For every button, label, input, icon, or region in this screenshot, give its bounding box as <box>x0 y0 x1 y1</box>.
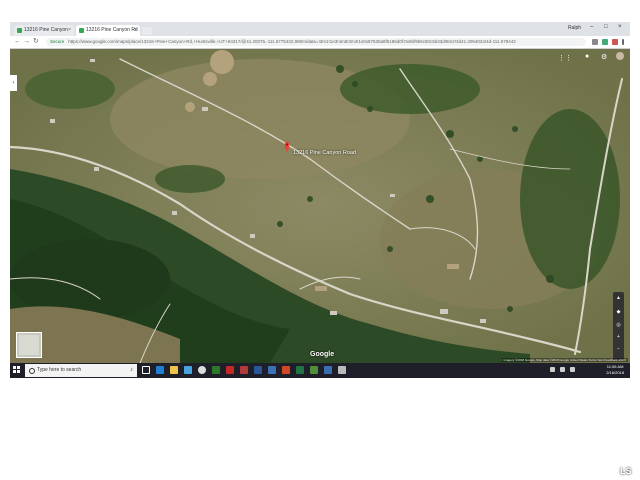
my-location-icon[interactable]: ◎ <box>613 322 624 328</box>
secure-label: Secure <box>50 39 65 44</box>
address-toolbar: ← → ↻ Secure https://www.google.com/maps/… <box>10 36 630 49</box>
pin-label[interactable]: 13216 Pine Canyon Road <box>293 150 356 156</box>
windows-taskbar: Type here to search ♪ 11:06 AM 2/16/2018 <box>10 363 630 378</box>
task-view-icon[interactable] <box>142 366 150 374</box>
network-icon[interactable] <box>560 367 565 372</box>
chrome-icon[interactable] <box>198 366 206 374</box>
browser-window: 13216 Pine Canyon Rd × 13216 Pine Canyon… <box>10 22 630 378</box>
app-icon-green-2[interactable] <box>310 366 318 374</box>
apps-grid-icon[interactable]: ⋮⋮ <box>558 54 572 62</box>
outlook-icon[interactable] <box>268 366 276 374</box>
url-text: https://www.google.com/maps/place/13216+… <box>68 39 516 44</box>
word-icon[interactable] <box>254 366 262 374</box>
extension-icon-2[interactable] <box>612 39 618 45</box>
close-tab-icon[interactable]: × <box>68 25 71 36</box>
tab-strip: 13216 Pine Canyon Rd × 13216 Pine Canyon… <box>10 22 630 44</box>
zoom-in-button[interactable]: + <box>613 334 624 340</box>
3d-toggle-icon[interactable]: ◆ <box>613 309 624 315</box>
reload-icon[interactable]: ↻ <box>33 37 39 47</box>
volume-icon[interactable] <box>570 367 575 372</box>
tray-icon-1[interactable] <box>550 367 555 372</box>
avatar[interactable] <box>616 52 624 60</box>
notifications-icon[interactable]: ● <box>585 53 589 60</box>
close-tab-icon[interactable]: × <box>134 25 137 36</box>
start-button[interactable] <box>13 366 21 374</box>
app-icon-red[interactable] <box>226 366 234 374</box>
clock-date: 2/16/2018 <box>606 370 624 375</box>
address-bar[interactable]: Secure https://www.google.com/maps/place/… <box>46 38 586 46</box>
acrobat-icon[interactable] <box>240 366 248 374</box>
excel-icon[interactable] <box>296 366 304 374</box>
settings-icon[interactable]: ⚙ <box>601 53 607 61</box>
corner-watermark: LS <box>620 466 632 476</box>
zoom-out-button[interactable]: − <box>613 346 624 352</box>
maps-favicon-icon <box>17 28 22 33</box>
collapse-panel-button[interactable]: ‹ <box>10 75 17 91</box>
taskbar-search[interactable]: Type here to search ♪ <box>25 364 137 377</box>
google-logo: Google <box>310 351 335 358</box>
tab-1[interactable]: 13216 Pine Canyon Rd × <box>14 25 74 44</box>
search-icon <box>29 368 35 374</box>
new-tab-button[interactable] <box>142 27 152 35</box>
map-layer-toggle[interactable] <box>16 332 42 358</box>
profile-button[interactable]: Ralph <box>568 25 581 31</box>
tab-2[interactable]: 13216 Pine Canyon Rd × <box>76 25 140 36</box>
close-window-icon[interactable]: × <box>618 24 622 30</box>
microphone-icon[interactable]: ♪ <box>130 364 133 377</box>
file-explorer-icon[interactable] <box>170 366 178 374</box>
map-controls: ▲ ◆ ◎ + − <box>613 292 624 360</box>
satellite-imagery <box>10 49 630 363</box>
extension-icon[interactable] <box>602 39 608 45</box>
maximize-icon[interactable]: □ <box>604 24 608 30</box>
app-icon-green[interactable] <box>212 366 220 374</box>
store-icon[interactable] <box>184 366 192 374</box>
star-icon[interactable] <box>592 39 598 45</box>
back-icon[interactable]: ← <box>14 37 21 47</box>
map-thumbnail <box>19 335 39 355</box>
app-icon-blue[interactable] <box>324 366 332 374</box>
minimize-icon[interactable]: – <box>590 24 593 30</box>
edge-icon[interactable] <box>156 366 164 374</box>
forward-icon[interactable]: → <box>23 37 30 47</box>
maps-favicon-icon <box>79 28 84 33</box>
satellite-map[interactable]: 13216 Pine Canyon Road ‹ ⋮⋮ ● ⚙ ▲ ◆ ◎ + … <box>10 49 630 363</box>
powerpoint-icon[interactable] <box>282 366 290 374</box>
calculator-icon[interactable] <box>338 366 346 374</box>
compass-icon[interactable]: ▲ <box>613 295 624 301</box>
search-placeholder: Type here to search <box>37 367 82 373</box>
clock[interactable]: 11:06 AM 2/16/2018 <box>606 364 624 376</box>
tab-2-label: 13216 Pine Canyon Rd <box>86 27 138 33</box>
menu-icon[interactable] <box>622 39 624 45</box>
map-attribution: Imagery ©2018 Google, Map data ©2018 Goo… <box>501 358 628 362</box>
